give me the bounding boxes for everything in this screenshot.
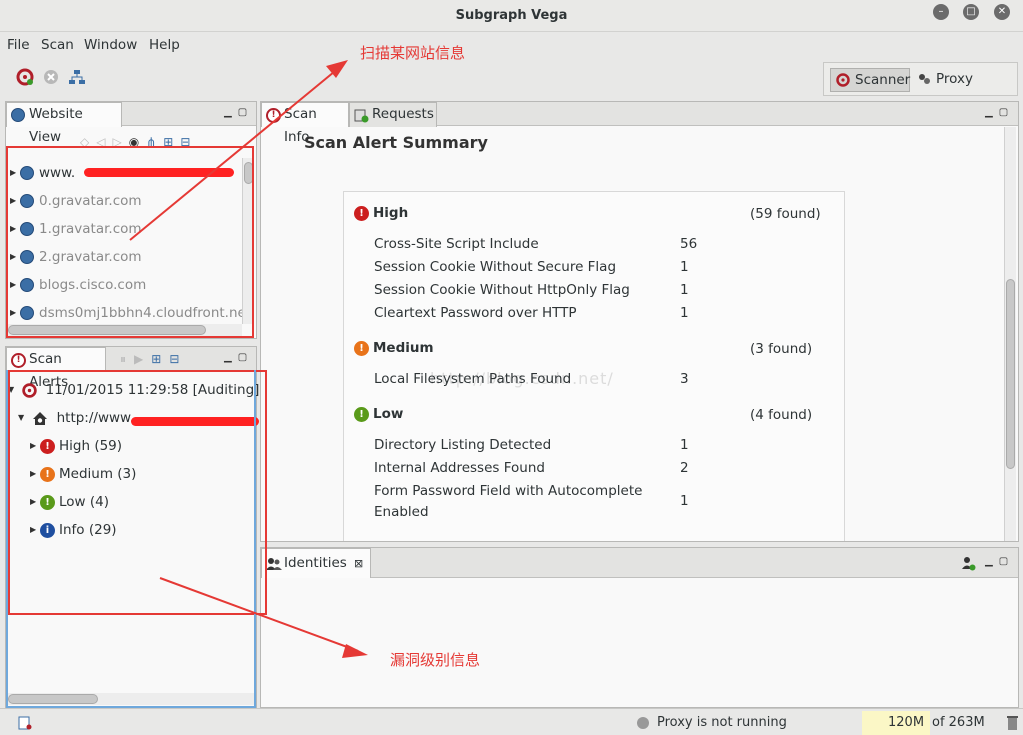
maximize-window-button[interactable]: □ xyxy=(963,4,979,20)
scan-alerts-focus-outline xyxy=(6,370,256,708)
severity-low-count: (4 found) xyxy=(750,407,813,423)
console-icon[interactable] xyxy=(18,716,32,730)
menu-window[interactable]: Window xyxy=(84,37,137,53)
tab-scan-info[interactable]: ! Scan Info xyxy=(261,102,349,145)
status-bar: Proxy is not running 120M of 263M xyxy=(0,708,1023,735)
play-icon[interactable]: ▶ xyxy=(134,352,151,366)
scan-info-vscroll-thumb[interactable] xyxy=(1006,279,1015,469)
severity-low-heading: Low xyxy=(373,406,404,422)
add-identity-icon[interactable] xyxy=(961,556,976,571)
scan-info-vscrollbar[interactable] xyxy=(1004,127,1016,541)
scan-alerts-toolbar: ⏸▶⊞⊟ xyxy=(120,352,187,367)
tab-website-view-label: Website View xyxy=(29,106,83,145)
alert-row-count: 2 xyxy=(680,460,689,476)
title-bar: Subgraph Vega – □ ✕ xyxy=(0,0,1023,32)
requests-icon xyxy=(354,109,369,123)
annotation-text-top: 扫描某网站信息 xyxy=(360,44,466,62)
identities-minmax[interactable]: ▁▢ xyxy=(985,556,1014,567)
new-scan-icon[interactable] xyxy=(16,68,34,86)
alert-row-count: 1 xyxy=(680,437,689,453)
alert-icon: ! xyxy=(266,108,281,123)
alert-row-label[interactable]: Directory Listing Detected xyxy=(374,437,551,453)
annotation-text-bottom: 漏洞级别信息 xyxy=(390,651,481,669)
alert-row-count: 1 xyxy=(680,282,689,298)
perspective-switcher: Scanner Proxy xyxy=(823,62,1018,96)
proxy-icon xyxy=(919,74,930,84)
alert-row-label[interactable]: Internal Addresses Found xyxy=(374,460,545,476)
close-window-button[interactable]: ✕ xyxy=(994,4,1010,20)
severity-medium-heading: Medium xyxy=(373,340,434,356)
proxy-status-text: Proxy is not running xyxy=(657,715,787,730)
alert-row-label[interactable]: Local Filesystem Paths Found xyxy=(374,371,571,387)
tab-scan-alerts[interactable]: ! Scan Alerts xyxy=(6,347,106,390)
scanner-label: Scanner xyxy=(855,72,911,88)
globe-icon xyxy=(11,108,25,122)
website-view-minmax[interactable]: ▁▢ xyxy=(224,107,253,118)
tab-identities[interactable]: Identities ⊠ xyxy=(261,548,371,578)
trash-icon[interactable] xyxy=(1006,714,1019,731)
close-icon[interactable]: ⊠ xyxy=(354,549,363,578)
alert-row-label-continued[interactable]: Enabled xyxy=(374,504,429,520)
exclamation-icon: ! xyxy=(354,341,369,356)
users-icon xyxy=(266,558,282,570)
tab-website-view[interactable]: Website View xyxy=(6,102,122,145)
scanner-icon xyxy=(836,73,850,87)
menu-scan[interactable]: Scan xyxy=(41,37,74,53)
severity-medium-count: (3 found) xyxy=(750,341,813,357)
severity-high-count: (59 found) xyxy=(750,206,821,222)
alert-row-label[interactable]: Cross-Site Script Include xyxy=(374,236,539,252)
expand-all-icon[interactable]: ⊞ xyxy=(151,352,169,366)
alert-row-count: 1 xyxy=(680,259,689,275)
exclamation-icon: ! xyxy=(354,407,369,422)
window-title: Subgraph Vega xyxy=(455,8,568,23)
alert-row-label[interactable]: Session Cookie Without Secure Flag xyxy=(374,259,616,275)
severity-high-heading: High xyxy=(373,205,409,221)
alert-row-count: 1 xyxy=(680,305,689,321)
perspective-scanner-tab[interactable]: Scanner xyxy=(830,68,910,92)
pause-icon[interactable]: ⏸ xyxy=(120,352,134,366)
alert-row-count: 56 xyxy=(680,236,698,252)
scan-info-minmax[interactable]: ▁▢ xyxy=(985,107,1014,118)
annotation-box-website xyxy=(6,146,254,338)
perspective-proxy-tab[interactable]: Proxy xyxy=(912,68,1002,92)
proxy-label: Proxy xyxy=(936,71,973,87)
identities-panel: Identities ⊠ ▁▢ xyxy=(260,547,1019,708)
menu-file[interactable]: File xyxy=(7,37,30,53)
alert-icon: ! xyxy=(11,353,26,368)
page-title: Scan Alert Summary xyxy=(304,133,488,152)
alert-row-count: 3 xyxy=(680,371,689,387)
identities-tabbar xyxy=(261,548,1018,578)
network-icon[interactable] xyxy=(68,68,86,86)
menu-bar: File Scan Window Help xyxy=(0,33,1023,57)
scan-alerts-minmax[interactable]: ▁▢ xyxy=(224,352,253,363)
memory-total: of 263M xyxy=(932,715,985,730)
memory-used: 120M xyxy=(888,715,925,730)
tab-requests[interactable]: Requests xyxy=(349,102,437,127)
menu-help[interactable]: Help xyxy=(149,37,180,53)
stop-scan-icon[interactable] xyxy=(42,68,60,86)
proxy-status-icon xyxy=(637,717,649,729)
alert-row-label[interactable]: Form Password Field with Autocomplete xyxy=(374,483,642,499)
alert-row-label[interactable]: Session Cookie Without HttpOnly Flag xyxy=(374,282,630,298)
minimize-window-button[interactable]: – xyxy=(933,4,949,20)
collapse-all-icon[interactable]: ⊟ xyxy=(169,352,187,366)
alert-row-label[interactable]: Cleartext Password over HTTP xyxy=(374,305,577,321)
alert-row-count: 1 xyxy=(680,493,689,509)
exclamation-icon: ! xyxy=(354,206,369,221)
